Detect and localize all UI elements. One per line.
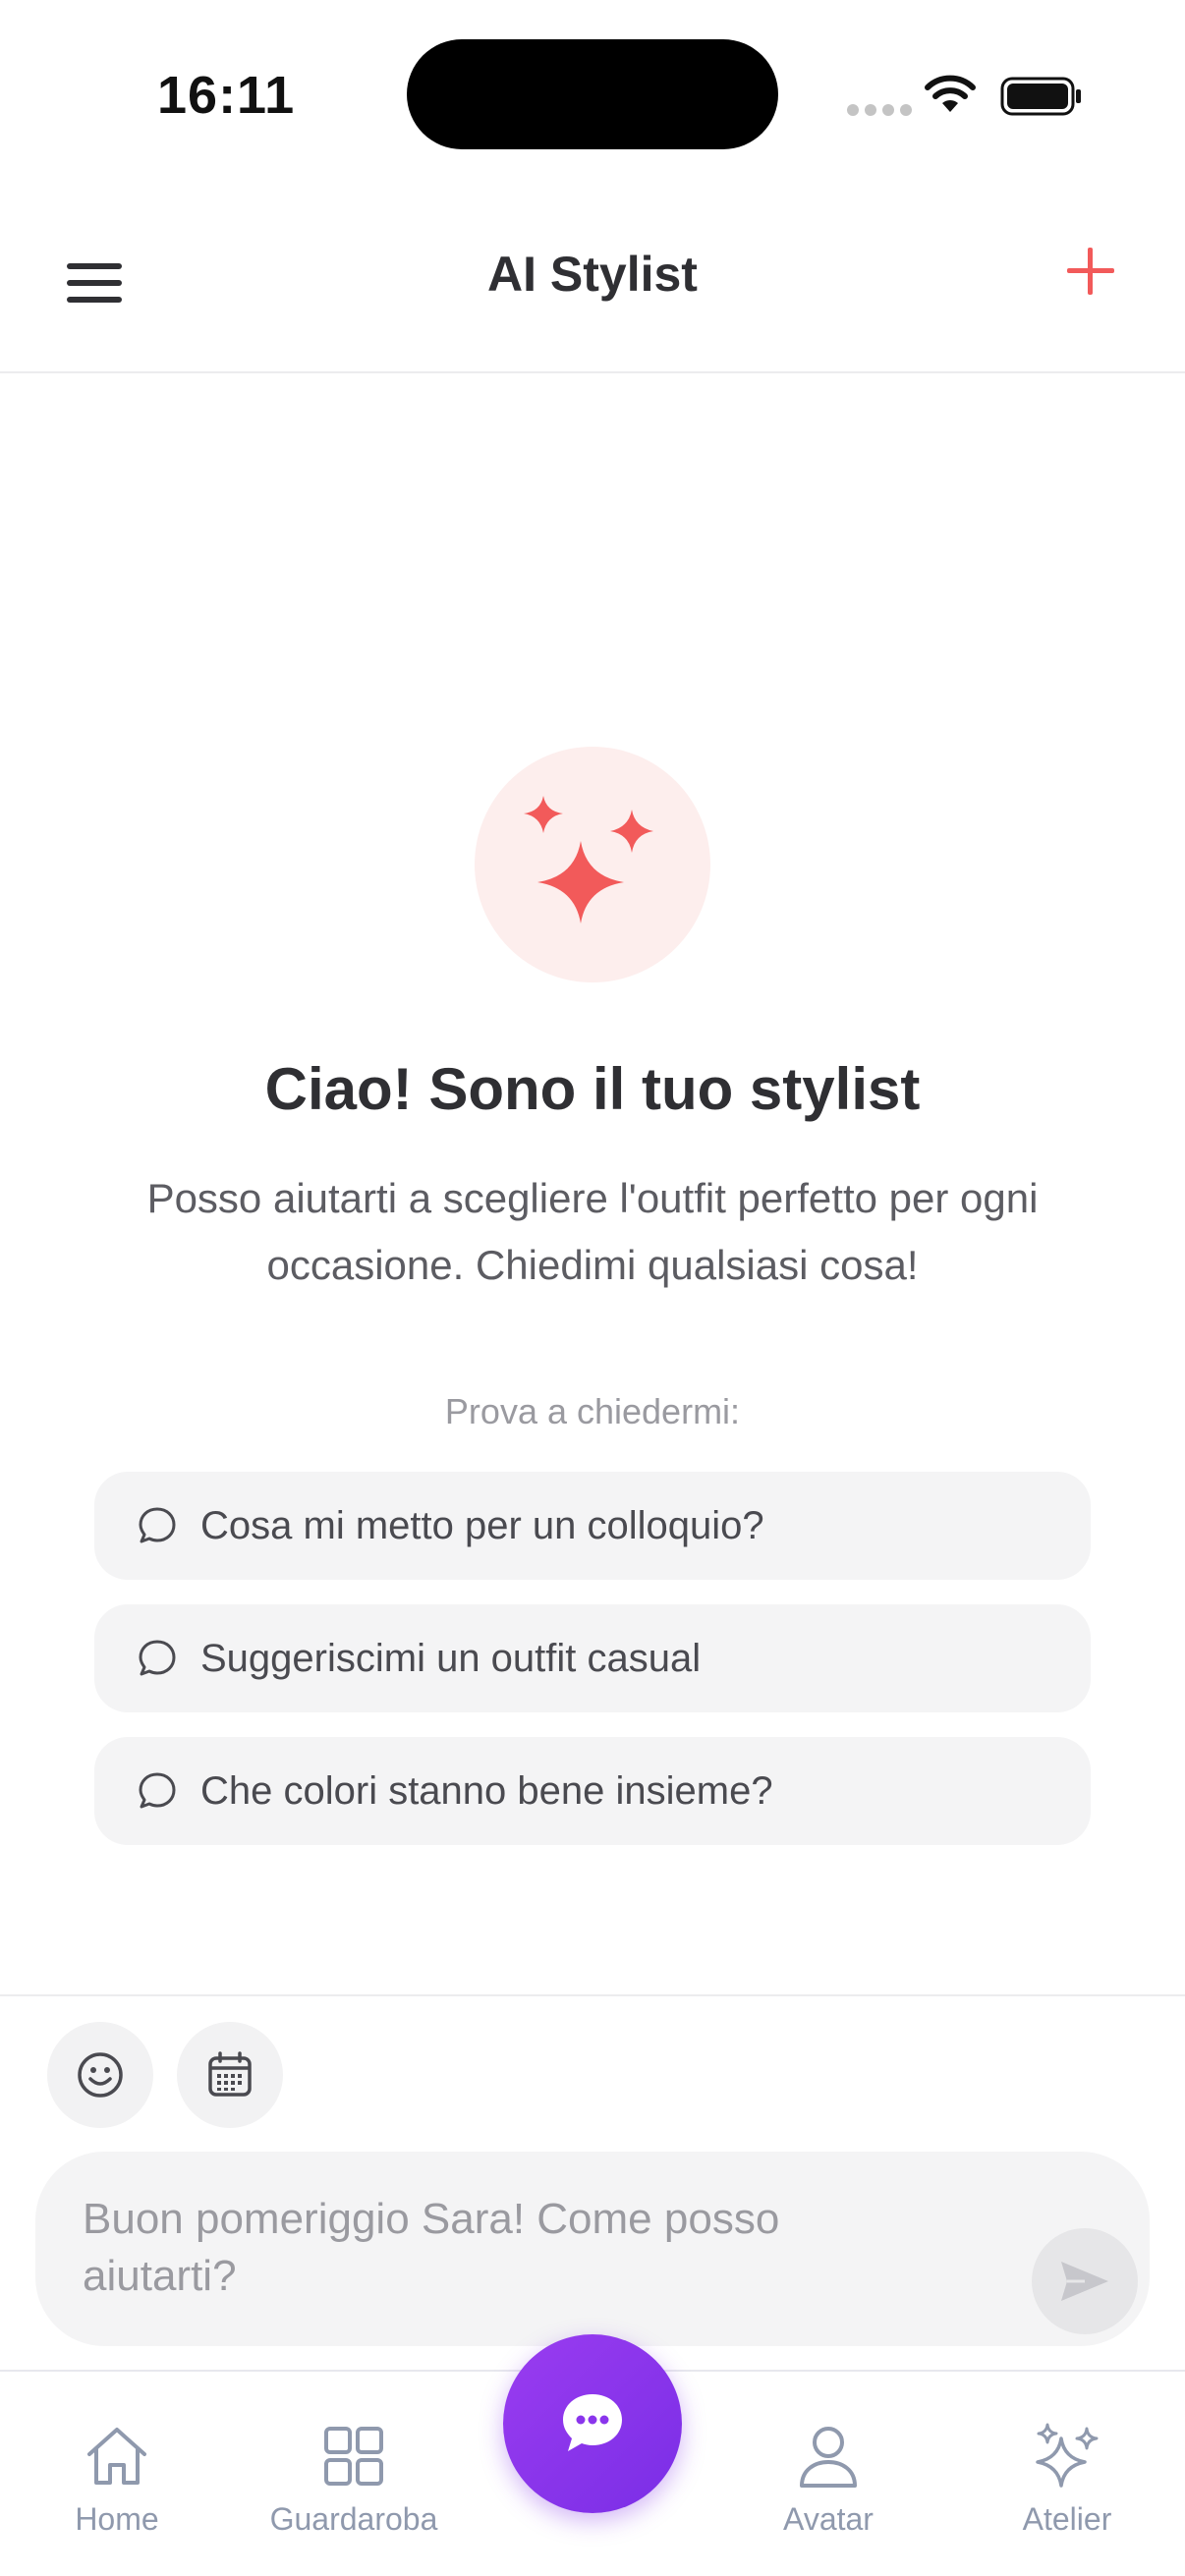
- sparkles-icon: [1036, 2423, 1099, 2488]
- message-input[interactable]: [83, 2191, 829, 2319]
- sparkles-badge: [475, 747, 710, 982]
- message-field: [35, 2152, 1150, 2346]
- send-icon: [1061, 2262, 1108, 2301]
- suggestion-label: Suggeriscimi un outfit casual: [200, 1636, 702, 1680]
- tab-label: Avatar: [783, 2501, 874, 2537]
- hero-title: Ciao! Sono il tuo stylist: [264, 1056, 921, 1122]
- tab-home[interactable]: Home: [9, 2421, 225, 2538]
- tab-label: Atelier: [1022, 2501, 1112, 2537]
- chat-bubble-icon: [563, 2394, 622, 2451]
- suggestions-label: Prova a chiedermi:: [444, 1391, 741, 1431]
- calendar-button[interactable]: [177, 2022, 283, 2128]
- suggestion-label: Che colori stanno bene insieme?: [200, 1768, 773, 1813]
- ai-chat-button[interactable]: [503, 2334, 682, 2513]
- dynamic-island: [407, 39, 778, 149]
- smiley-icon: [78, 2052, 123, 2098]
- battery-icon: [1000, 77, 1081, 116]
- app-header: AI Stylist: [0, 187, 1185, 373]
- message-composer: [0, 1994, 1185, 2372]
- chat-bubble-outline-icon: [139, 1772, 176, 1809]
- hero-subtitle: Posso aiutarti a scegliere l'outfit perf…: [146, 1175, 1039, 1288]
- person-icon: [800, 2427, 857, 2488]
- tab-avatar[interactable]: Avatar: [720, 2421, 936, 2538]
- emoji-button[interactable]: [47, 2022, 153, 2128]
- tab-label: Guardaroba: [269, 2501, 438, 2537]
- plus-icon[interactable]: [1061, 242, 1120, 301]
- status-time: 16:11: [157, 66, 296, 125]
- suggestion-chip[interactable]: Cosa mi metto per un colloquio?: [94, 1472, 1091, 1580]
- hamburger-icon[interactable]: [55, 244, 134, 322]
- chat-bubble-outline-icon: [139, 1507, 176, 1543]
- tab-atelier[interactable]: Atelier: [959, 2421, 1175, 2538]
- status-bar: 16:11: [0, 0, 1185, 187]
- grid-icon: [324, 2427, 383, 2486]
- tab-guardaroba[interactable]: Guardaroba: [246, 2421, 462, 2538]
- page-title: AI Stylist: [487, 247, 698, 302]
- home-icon: [87, 2428, 146, 2485]
- wifi-icon: [925, 75, 976, 112]
- suggestion-chip[interactable]: Che colori stanno bene insieme?: [94, 1737, 1091, 1845]
- suggestion-label: Cosa mi metto per un colloquio?: [200, 1503, 764, 1547]
- sparkles-icon: [524, 796, 653, 924]
- cellular-signal-icon: [847, 104, 912, 116]
- suggestion-chip[interactable]: Suggeriscimi un outfit casual: [94, 1604, 1091, 1712]
- send-button[interactable]: [1032, 2228, 1138, 2334]
- chat-bubble-outline-icon: [139, 1640, 176, 1676]
- calendar-icon: [208, 2051, 252, 2097]
- tab-label: Home: [75, 2501, 159, 2537]
